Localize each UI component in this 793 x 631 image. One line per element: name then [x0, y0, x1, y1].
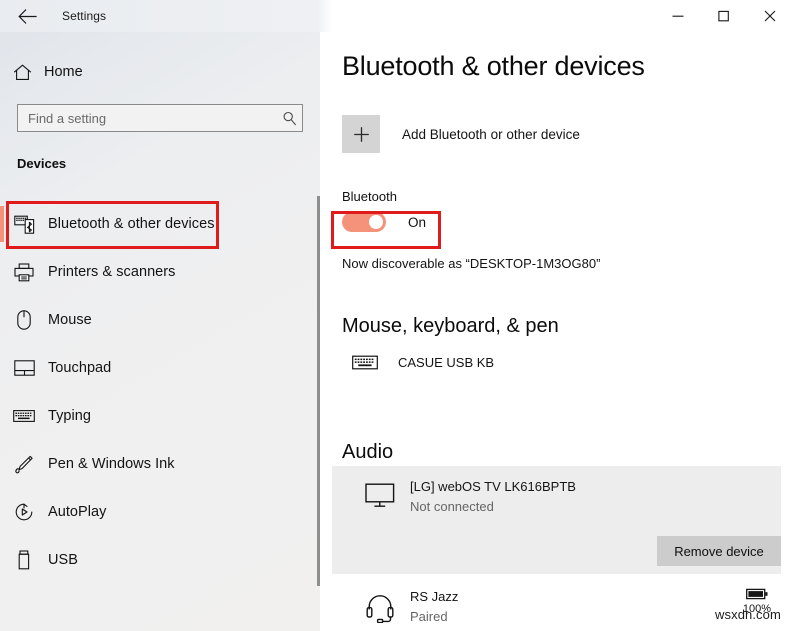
- monitor-icon: [363, 481, 397, 511]
- add-device-label: Add Bluetooth or other device: [402, 127, 580, 142]
- sidebar-item-label: Typing: [48, 408, 91, 424]
- bluetooth-devices-icon: [0, 215, 48, 234]
- bluetooth-toggle[interactable]: [342, 212, 386, 232]
- sidebar-item-label: Touchpad: [48, 360, 111, 376]
- keyboard-icon: [342, 354, 388, 371]
- bluetooth-section-label: Bluetooth: [342, 189, 397, 204]
- sidebar-home-label: Home: [44, 64, 83, 80]
- sidebar: Home Devices: [0, 0, 320, 631]
- sidebar-group-header: Devices: [17, 156, 66, 171]
- sidebar-item-label: Pen & Windows Ink: [48, 456, 175, 472]
- home-icon: [0, 64, 44, 81]
- add-bluetooth-device-button[interactable]: Add Bluetooth or other device: [342, 115, 580, 153]
- maximize-icon: [718, 10, 730, 22]
- audio-heading: Audio: [342, 441, 393, 464]
- discoverable-text: Now discoverable as “DESKTOP-1M3OG80”: [342, 256, 600, 271]
- search-input[interactable]: [18, 105, 276, 131]
- sidebar-item-touchpad[interactable]: Touchpad: [0, 344, 320, 392]
- device-status: Paired: [410, 609, 448, 624]
- sidebar-item-usb[interactable]: USB: [0, 536, 320, 584]
- battery-full-icon: [746, 588, 768, 600]
- printer-icon: [0, 263, 48, 282]
- mouse-keyboard-pen-heading: Mouse, keyboard, & pen: [342, 315, 559, 338]
- sidebar-item-label: AutoPlay: [48, 504, 106, 520]
- device-status: Not connected: [410, 499, 494, 514]
- usb-icon: [0, 550, 48, 570]
- sidebar-item-pen-windows-ink[interactable]: Pen & Windows Ink: [0, 440, 320, 488]
- page-title: Bluetooth & other devices: [342, 51, 645, 82]
- minimize-icon: [672, 10, 684, 22]
- main-content: Bluetooth & other devices Add Bluetooth …: [320, 32, 793, 631]
- back-button[interactable]: [8, 2, 46, 30]
- selection-indicator: [0, 206, 4, 242]
- device-card-selected[interactable]: [LG] webOS TV LK616BPTB Not connected Re…: [332, 466, 781, 574]
- sidebar-item-typing[interactable]: Typing: [0, 392, 320, 440]
- bluetooth-toggle-row: On: [342, 212, 426, 232]
- search-box[interactable]: [17, 104, 303, 132]
- minimize-button[interactable]: [655, 0, 701, 31]
- remove-device-button[interactable]: Remove device: [657, 536, 781, 566]
- settings-window: Settings Home: [0, 0, 793, 631]
- pen-icon: [0, 454, 48, 474]
- sidebar-item-label: Printers & scanners: [48, 264, 175, 280]
- sidebar-item-home[interactable]: Home: [0, 56, 300, 88]
- sidebar-item-label: Mouse: [48, 312, 92, 328]
- watermark: wsxdn.com: [715, 607, 781, 622]
- plus-icon: [342, 115, 380, 153]
- headset-icon: [363, 592, 397, 624]
- close-button[interactable]: [747, 0, 793, 31]
- bluetooth-toggle-state: On: [408, 215, 426, 230]
- sidebar-nav-list: Bluetooth & other devices Printers & sca…: [0, 200, 320, 584]
- search-icon[interactable]: [276, 111, 302, 126]
- back-arrow-icon: [18, 9, 37, 24]
- device-row-keyboard[interactable]: CASUE USB KB: [342, 354, 494, 371]
- sidebar-item-printers-scanners[interactable]: Printers & scanners: [0, 248, 320, 296]
- maximize-button[interactable]: [701, 0, 747, 31]
- window-title: Settings: [62, 0, 106, 32]
- sidebar-item-label: USB: [48, 552, 78, 568]
- device-name: CASUE USB KB: [398, 355, 494, 370]
- sidebar-item-mouse[interactable]: Mouse: [0, 296, 320, 344]
- title-bar: Settings: [0, 0, 793, 32]
- sidebar-item-label: Bluetooth & other devices: [48, 216, 215, 232]
- touchpad-icon: [0, 360, 48, 376]
- toggle-knob: [369, 215, 383, 229]
- sidebar-item-autoplay[interactable]: AutoPlay: [0, 488, 320, 536]
- sidebar-item-bluetooth-other-devices[interactable]: Bluetooth & other devices: [0, 200, 320, 248]
- mouse-icon: [0, 310, 48, 330]
- device-row-headset[interactable]: RS Jazz Paired 100%: [332, 584, 781, 631]
- device-name: RS Jazz: [410, 589, 458, 604]
- autoplay-icon: [0, 502, 48, 522]
- keyboard-icon: [0, 409, 48, 423]
- device-name: [LG] webOS TV LK616BPTB: [410, 479, 576, 494]
- close-icon: [764, 10, 776, 22]
